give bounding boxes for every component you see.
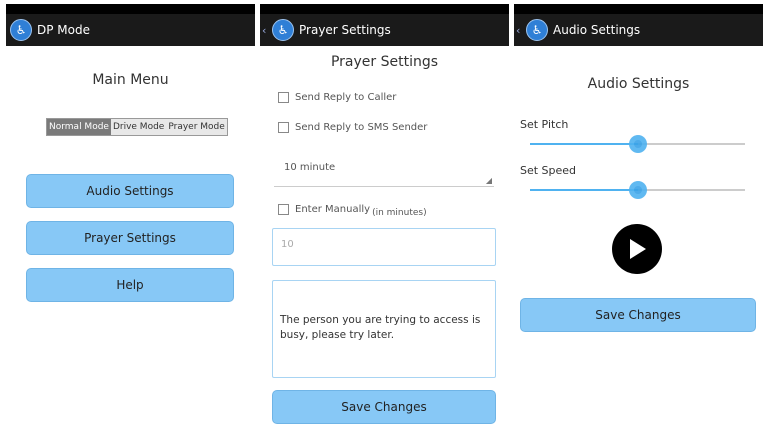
play-icon xyxy=(630,239,646,259)
save-changes-button[interactable]: Save Changes xyxy=(520,298,756,332)
play-button[interactable] xyxy=(612,224,662,274)
reply-message-textarea[interactable]: The person you are trying to access is b… xyxy=(272,280,496,378)
send-reply-caller-checkbox[interactable] xyxy=(278,92,289,103)
dropdown-arrow-icon: ◢ xyxy=(485,176,492,185)
audio-settings-button[interactable]: Audio Settings xyxy=(26,174,234,208)
pitch-slider[interactable] xyxy=(530,135,745,153)
save-changes-button[interactable]: Save Changes xyxy=(272,390,496,424)
mode-prayer[interactable]: Prayer Mode xyxy=(166,119,227,135)
mode-normal[interactable]: Normal Mode xyxy=(47,119,111,135)
speed-slider-fill xyxy=(530,189,638,191)
enter-manually-unit: (in minutes) xyxy=(372,207,427,218)
status-bar xyxy=(260,4,509,14)
action-bar: ♿ DP Mode xyxy=(6,14,255,46)
back-icon[interactable]: ‹ xyxy=(262,24,268,37)
send-reply-sms-row[interactable]: Send Reply to SMS Sender xyxy=(278,122,427,133)
action-bar: ‹ ♿ Prayer Settings xyxy=(260,14,509,46)
main-menu-content: Main Menu Normal Mode Drive Mode Prayer … xyxy=(6,46,255,424)
minutes-placeholder: 10 xyxy=(281,239,294,250)
enter-manually-label: Enter Manually xyxy=(295,204,371,215)
action-bar: ‹ ♿ Audio Settings xyxy=(514,14,763,46)
accessibility-icon[interactable]: ♿ xyxy=(10,19,32,41)
speed-slider[interactable] xyxy=(530,181,745,199)
audio-settings-content: Audio Settings Set Pitch Set Speed Save … xyxy=(514,46,763,424)
status-bar xyxy=(6,4,255,14)
duration-dropdown[interactable]: 10 minute ◢ xyxy=(274,156,494,187)
enter-manually-checkbox[interactable] xyxy=(278,204,289,215)
pitch-slider-thumb[interactable] xyxy=(628,135,647,153)
prayer-settings-button[interactable]: Prayer Settings xyxy=(26,221,234,255)
send-reply-caller-label: Send Reply to Caller xyxy=(295,92,397,103)
duration-value: 10 minute xyxy=(284,162,336,173)
page-title: Main Menu xyxy=(92,72,169,88)
status-bar xyxy=(514,4,763,14)
mode-drive[interactable]: Drive Mode xyxy=(110,119,167,135)
send-reply-sms-label: Send Reply to SMS Sender xyxy=(295,122,428,133)
speed-label: Set Speed xyxy=(520,164,577,177)
accessibility-icon[interactable]: ♿ xyxy=(526,19,548,41)
audio-settings-screen: ‹ ♿ Audio Settings Audio Settings Set Pi… xyxy=(514,4,763,424)
page-title: Prayer Settings xyxy=(330,54,439,70)
back-icon[interactable]: ‹ xyxy=(516,24,522,37)
pitch-label: Set Pitch xyxy=(520,118,569,131)
page-title: Audio Settings xyxy=(587,76,690,92)
pitch-slider-fill xyxy=(530,143,638,145)
screen-title: Prayer Settings xyxy=(299,23,391,37)
main-menu-screen: ♿ DP Mode Main Menu Normal Mode Drive Mo… xyxy=(6,4,255,424)
speed-slider-thumb[interactable] xyxy=(628,181,647,199)
prayer-settings-screen: ‹ ♿ Prayer Settings Prayer Settings Send… xyxy=(260,4,509,424)
minutes-input[interactable]: 10 xyxy=(272,228,496,266)
accessibility-icon[interactable]: ♿ xyxy=(272,19,294,41)
send-reply-caller-row[interactable]: Send Reply to Caller xyxy=(278,92,396,103)
help-button[interactable]: Help xyxy=(26,268,234,302)
prayer-settings-content: Prayer Settings Send Reply to Caller Sen… xyxy=(260,46,509,424)
enter-manually-row[interactable]: Enter Manually (in minutes) xyxy=(278,204,427,218)
send-reply-sms-checkbox[interactable] xyxy=(278,122,289,133)
app-title: DP Mode xyxy=(37,23,90,37)
mode-selector: Normal Mode Drive Mode Prayer Mode xyxy=(46,118,228,136)
reply-message-text: The person you are trying to access is b… xyxy=(280,314,481,341)
screen-title: Audio Settings xyxy=(553,23,641,37)
